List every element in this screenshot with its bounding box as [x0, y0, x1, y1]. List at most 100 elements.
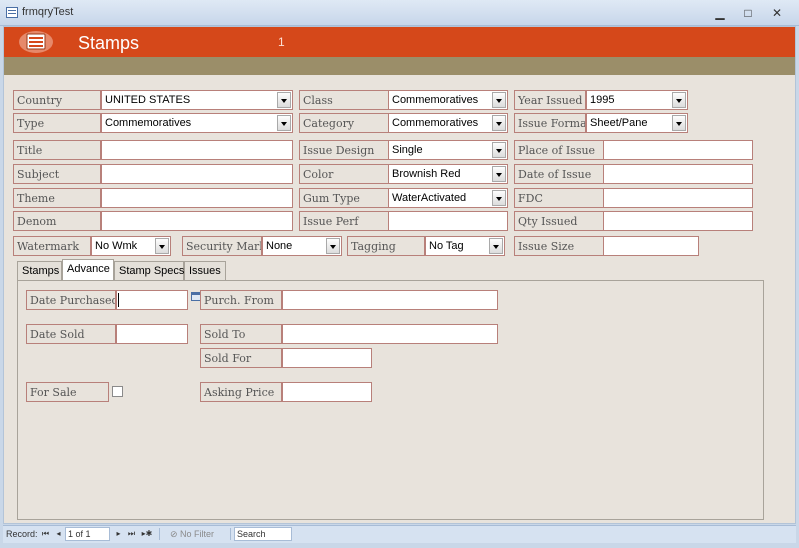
country-combo[interactable]: UNITED STATES	[101, 90, 293, 110]
navbar-separator	[159, 528, 160, 540]
sold-for-label: Sold For	[200, 348, 282, 368]
maximize-button[interactable]: □	[737, 4, 759, 22]
close-button[interactable]: ✕	[766, 4, 788, 22]
gum-type-value: WaterActivated	[392, 192, 467, 204]
record-navigation-bar: Record: ⏮ ◂ 1 of 1 ▸ ⏭ ▸✱ ⊘ No Filter Se…	[3, 525, 796, 543]
next-record-button[interactable]: ▸	[113, 528, 124, 540]
color-value: Brownish Red	[392, 168, 461, 180]
theme-field[interactable]	[101, 188, 293, 208]
date-purchased-label: Date Purchased	[26, 290, 116, 310]
issue-size-field[interactable]	[603, 236, 699, 256]
class-value: Commemoratives	[392, 94, 479, 106]
for-sale-label: For Sale	[26, 382, 109, 402]
new-record-button[interactable]: ▸✱	[140, 528, 154, 540]
year-issued-combo[interactable]: 1995	[586, 90, 688, 110]
chevron-down-icon[interactable]	[326, 238, 340, 254]
for-sale-checkbox[interactable]	[112, 386, 123, 397]
date-of-issue-field[interactable]	[603, 164, 753, 184]
denom-field[interactable]	[101, 211, 293, 231]
record-position[interactable]: 1 of 1	[65, 527, 110, 541]
sold-for-field[interactable]	[282, 348, 372, 368]
color-label: Color	[299, 164, 389, 184]
chevron-down-icon[interactable]	[672, 115, 686, 131]
purch-from-field[interactable]	[282, 290, 498, 310]
gum-type-label: Gum Type	[299, 188, 389, 208]
watermark-combo[interactable]: No Wmk	[91, 236, 171, 256]
security-mark-combo[interactable]: None	[262, 236, 342, 256]
theme-label: Theme	[13, 188, 101, 208]
subject-field[interactable]	[101, 164, 293, 184]
type-combo[interactable]: Commemoratives	[101, 113, 293, 133]
place-of-issue-field[interactable]	[603, 140, 753, 160]
gum-type-combo[interactable]: WaterActivated	[388, 188, 508, 208]
chevron-down-icon[interactable]	[492, 166, 506, 182]
date-purchased-field[interactable]	[116, 290, 188, 310]
chevron-down-icon[interactable]	[492, 92, 506, 108]
sold-to-label: Sold To	[200, 324, 282, 344]
form-subheader	[4, 57, 795, 75]
filter-label: No Filter	[180, 529, 215, 539]
title-field[interactable]	[101, 140, 293, 160]
type-label: Type	[13, 113, 101, 133]
security-mark-label: Security Mark	[182, 236, 262, 256]
fdc-label: FDC	[514, 188, 604, 208]
navbar-separator	[230, 528, 231, 540]
tagging-combo[interactable]: No Tag	[425, 236, 505, 256]
issue-size-label: Issue Size	[514, 236, 604, 256]
search-input[interactable]: Search	[234, 527, 292, 541]
date-sold-label: Date Sold	[26, 324, 116, 344]
category-combo[interactable]: Commemoratives	[388, 113, 508, 133]
issue-format-combo[interactable]: Sheet/Pane	[586, 113, 688, 133]
country-value: UNITED STATES	[105, 94, 191, 106]
subject-label: Subject	[13, 164, 101, 184]
class-combo[interactable]: Commemoratives	[388, 90, 508, 110]
qty-issued-label: Qty Issued	[514, 211, 604, 231]
filter-status[interactable]: ⊘ No Filter	[170, 529, 214, 540]
chevron-down-icon[interactable]	[492, 190, 506, 206]
form-icon	[6, 7, 18, 18]
watermark-label: Watermark	[13, 236, 91, 256]
issue-design-combo[interactable]: Single	[388, 140, 508, 160]
year-issued-label: Year Issued	[514, 90, 586, 110]
chevron-down-icon[interactable]	[489, 238, 503, 254]
tab-stamps[interactable]: Stamps	[17, 261, 62, 280]
color-combo[interactable]: Brownish Red	[388, 164, 508, 184]
window-titlebar: frmqryTest ▁ □ ✕	[0, 0, 799, 26]
chevron-down-icon[interactable]	[155, 238, 169, 254]
chevron-down-icon[interactable]	[672, 92, 686, 108]
filter-icon: ⊘	[170, 529, 181, 539]
class-label: Class	[299, 90, 389, 110]
last-record-button[interactable]: ⏭	[126, 528, 137, 540]
date-sold-field[interactable]	[116, 324, 188, 344]
tab-advance[interactable]: Advance	[62, 259, 114, 280]
tab-issues[interactable]: Issues	[184, 261, 226, 280]
country-label: Country	[13, 90, 101, 110]
issue-perf-label: Issue Perf	[299, 211, 389, 231]
category-label: Category	[299, 113, 389, 133]
denom-label: Denom	[13, 211, 101, 231]
qty-issued-field[interactable]	[603, 211, 753, 231]
chevron-down-icon[interactable]	[492, 115, 506, 131]
first-record-button[interactable]: ⏮	[40, 528, 51, 540]
chevron-down-icon[interactable]	[277, 115, 291, 131]
type-value: Commemoratives	[105, 117, 192, 129]
issue-format-label: Issue Format	[514, 113, 586, 133]
previous-record-button[interactable]: ◂	[53, 528, 64, 540]
purch-from-label: Purch. From	[200, 290, 282, 310]
place-of-issue-label: Place of Issue	[514, 140, 604, 160]
date-of-issue-label: Date of Issue	[514, 164, 604, 184]
fdc-field[interactable]	[603, 188, 753, 208]
form-body: Stamps 1 Country UNITED STATES Class Com…	[3, 26, 796, 524]
tab-stamp-specs[interactable]: Stamp Specs	[114, 261, 184, 280]
asking-price-field[interactable]	[282, 382, 372, 402]
issue-perf-field[interactable]	[388, 211, 508, 231]
minimize-button[interactable]: ▁	[709, 4, 731, 22]
sold-to-field[interactable]	[282, 324, 498, 344]
chevron-down-icon[interactable]	[492, 142, 506, 158]
form-header: Stamps 1	[4, 27, 795, 57]
title-label: Title	[13, 140, 101, 160]
record-label: Record:	[6, 529, 38, 539]
record-number: 1	[278, 35, 285, 49]
chevron-down-icon[interactable]	[277, 92, 291, 108]
form-logo-icon	[19, 31, 53, 53]
